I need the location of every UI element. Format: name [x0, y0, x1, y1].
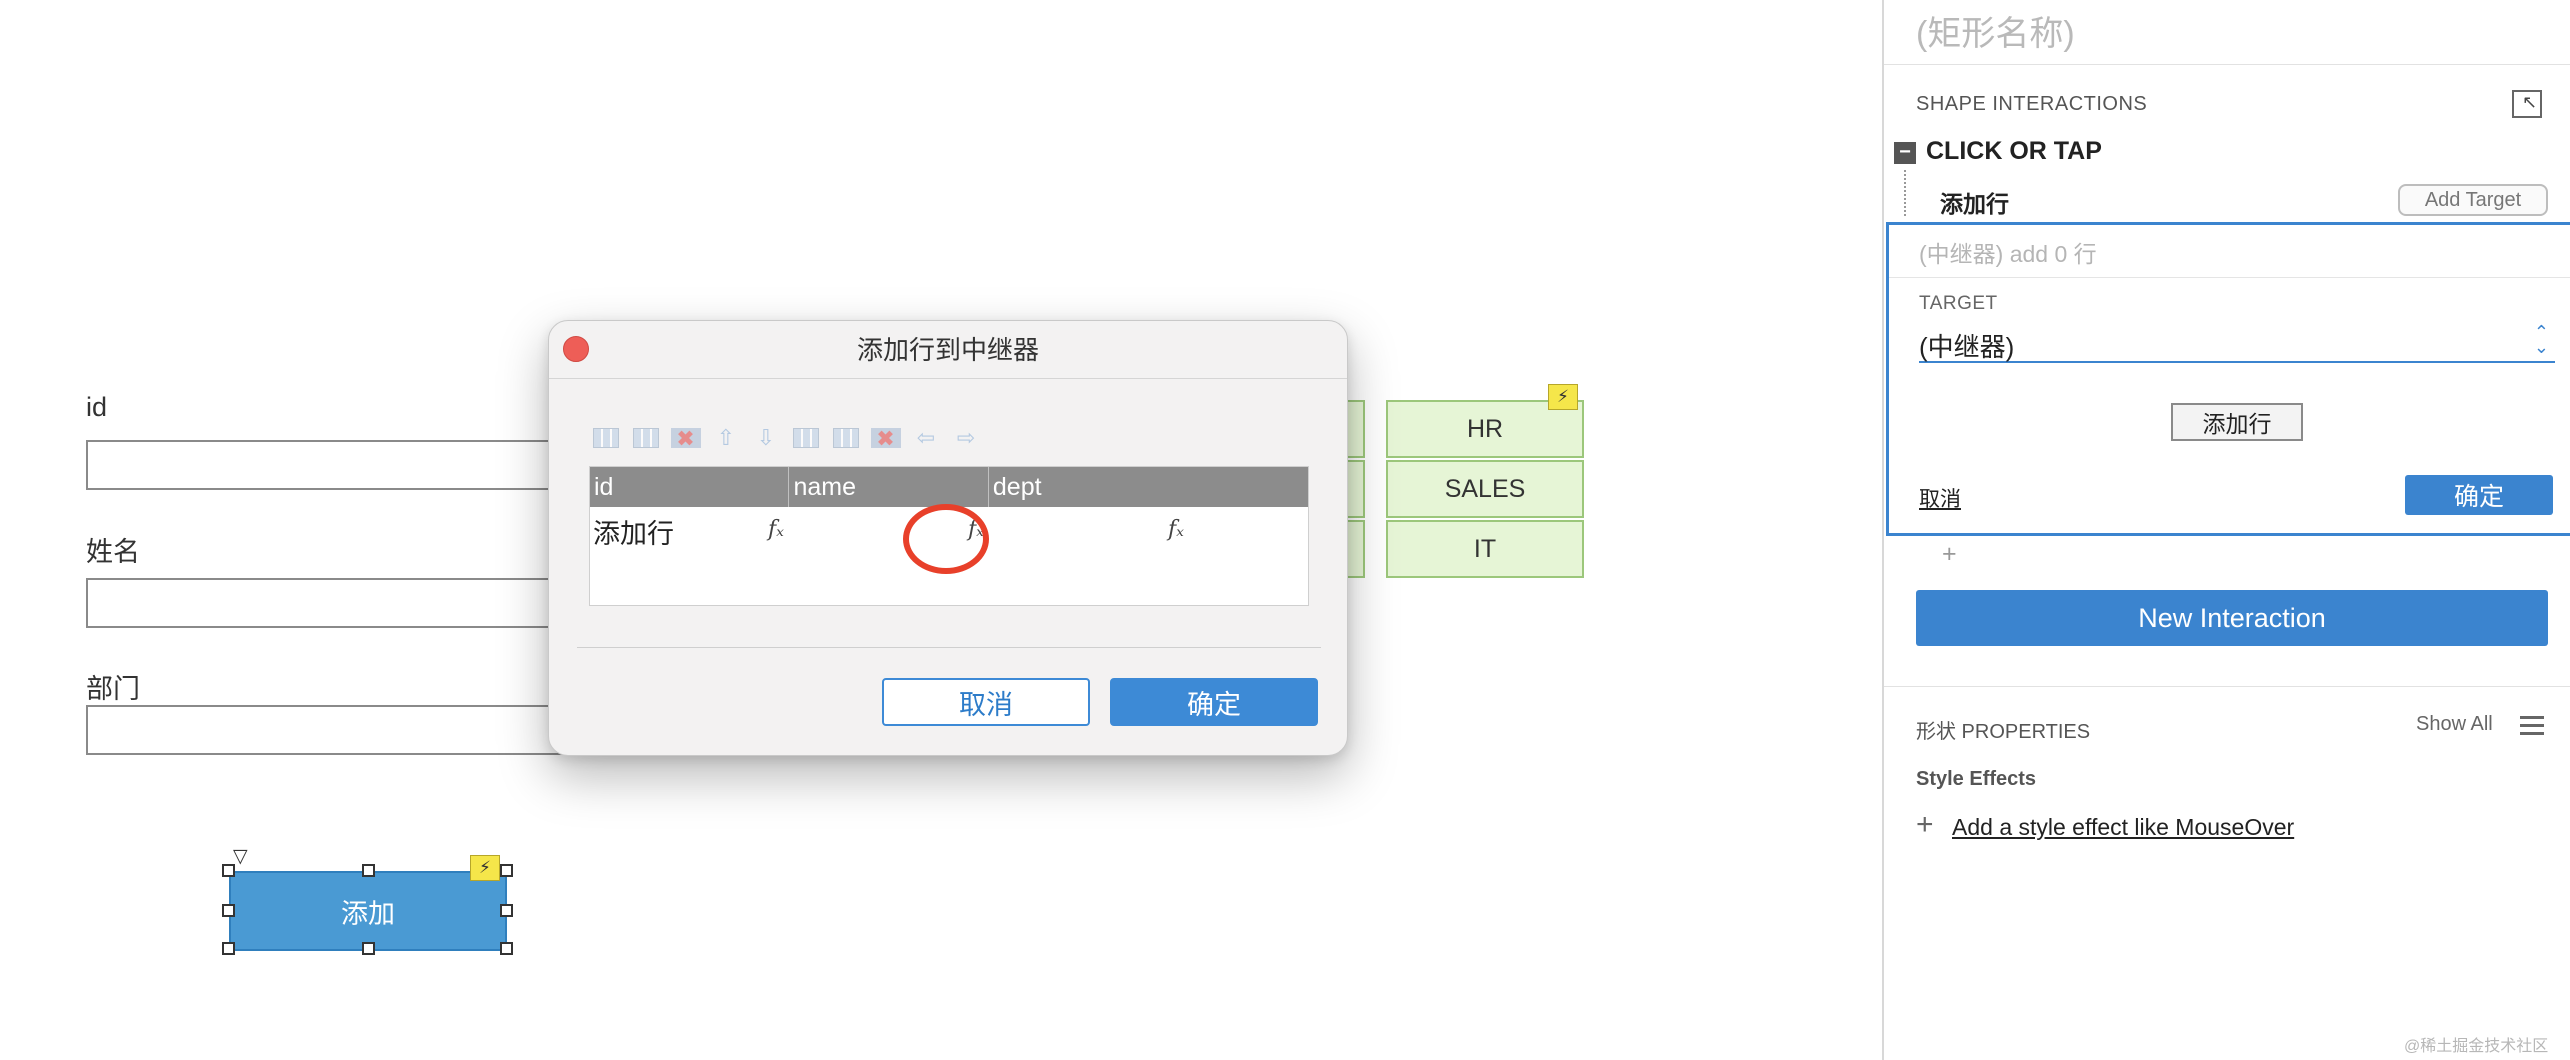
- target-label: TARGET: [1919, 293, 1998, 314]
- show-all-link[interactable]: Show All: [2416, 713, 2493, 736]
- collapse-event-icon[interactable]: −: [1894, 142, 1916, 164]
- resize-handle[interactable]: [362, 864, 375, 877]
- add-rows-dialog: 添加行到中继器 ⇧ ⇩ ⇦ ⇨ id name dept 添加行 𝑓ₓ 𝑓ₓ 𝑓…: [548, 320, 1348, 756]
- interactions-panel: (矩形名称) SHAPE INTERACTIONS − CLICK OR TAP…: [1882, 0, 2570, 1060]
- event-label[interactable]: CLICK OR TAP: [1926, 137, 2102, 166]
- table-toolbar: ⇧ ⇩ ⇦ ⇨: [589, 421, 983, 455]
- label-dept: 部门: [86, 674, 140, 704]
- resize-handle[interactable]: [222, 942, 235, 955]
- add-style-effect-link[interactable]: Add a style effect like MouseOver: [1952, 814, 2294, 841]
- column-header-dept[interactable]: dept: [989, 467, 1308, 507]
- resize-handle[interactable]: [500, 904, 513, 917]
- column-header-id[interactable]: id: [590, 467, 790, 507]
- highlight-ring: [903, 504, 989, 574]
- cancel-button[interactable]: 取消: [882, 678, 1090, 726]
- shape-name-field[interactable]: (矩形名称): [1916, 6, 2075, 55]
- target-value: (中继器): [1919, 332, 2015, 362]
- anchor-icon[interactable]: [233, 847, 248, 866]
- move-left-icon[interactable]: ⇦: [909, 423, 943, 453]
- style-effects-label: Style Effects: [1916, 768, 2037, 790]
- interactions-title: SHAPE INTERACTIONS: [1916, 93, 2148, 115]
- lightning-icon[interactable]: ⚡: [1548, 384, 1578, 410]
- action-summary: (中继器) add 0 行: [1919, 241, 2097, 267]
- column-header-name[interactable]: name: [789, 467, 989, 507]
- table-header: id name dept: [590, 467, 1308, 507]
- fx-icon[interactable]: 𝑓ₓ: [768, 517, 784, 542]
- dialog-divider: [577, 647, 1321, 648]
- insert-column-right-icon[interactable]: [829, 423, 863, 453]
- delete-row-icon[interactable]: [669, 423, 703, 453]
- lightning-icon[interactable]: ⚡: [470, 855, 500, 881]
- new-interaction-button[interactable]: New Interaction: [1916, 590, 2548, 646]
- fx-icon[interactable]: 𝑓ₓ: [1168, 517, 1184, 542]
- cancel-link[interactable]: 取消: [1919, 483, 1961, 513]
- ok-button[interactable]: 确定: [1110, 678, 1318, 726]
- tree-line: [1904, 170, 1906, 216]
- move-down-icon[interactable]: ⇩: [749, 423, 783, 453]
- insert-row-below-icon[interactable]: [629, 423, 663, 453]
- resize-handle[interactable]: [500, 864, 513, 877]
- dialog-title: 添加行到中继器: [856, 335, 1039, 365]
- label-id: id: [86, 392, 108, 422]
- row-cell-id[interactable]: 添加行: [590, 512, 790, 551]
- watermark: @稀土掘金技术社区: [2404, 1038, 2549, 1055]
- delete-column-icon[interactable]: [869, 423, 903, 453]
- divider: [1889, 277, 2570, 278]
- divider: [1884, 64, 2570, 65]
- collapse-panel-icon[interactable]: [2512, 90, 2542, 118]
- add-target-button[interactable]: Add Target: [2398, 184, 2548, 216]
- action-editor: (中继器) add 0 行 TARGET (中继器) ⌃ ⌄ 添加行 取消 确定: [1886, 222, 2570, 536]
- target-select[interactable]: (中继器) ⌃ ⌄: [1919, 322, 2555, 363]
- dialog-titlebar[interactable]: 添加行到中继器: [549, 321, 1347, 379]
- move-up-icon[interactable]: ⇧: [709, 423, 743, 453]
- resize-handle[interactable]: [500, 942, 513, 955]
- divider: [1884, 686, 2570, 687]
- add-row-button[interactable]: 添加行: [2171, 403, 2303, 441]
- action-name[interactable]: 添加行: [1940, 185, 2009, 219]
- confirm-button[interactable]: 确定: [2405, 475, 2553, 515]
- chevron-up-down-icon: ⌃ ⌄: [2533, 322, 2549, 357]
- repeater-dept-cell[interactable]: SALES: [1386, 460, 1584, 518]
- plus-icon[interactable]: +: [1942, 540, 1957, 569]
- add-button[interactable]: 添加: [229, 871, 507, 951]
- insert-column-left-icon[interactable]: [789, 423, 823, 453]
- move-right-icon[interactable]: ⇨: [949, 423, 983, 453]
- plus-icon[interactable]: +: [1916, 810, 1934, 840]
- resize-handle[interactable]: [222, 904, 235, 917]
- insert-row-above-icon[interactable]: [589, 423, 623, 453]
- repeater-dept-cell[interactable]: IT: [1386, 520, 1584, 578]
- menu-icon[interactable]: [2520, 716, 2544, 736]
- resize-handle[interactable]: [222, 864, 235, 877]
- properties-title: 形状 PROPERTIES: [1916, 721, 2091, 743]
- label-name: 姓名: [86, 537, 140, 567]
- resize-handle[interactable]: [362, 942, 375, 955]
